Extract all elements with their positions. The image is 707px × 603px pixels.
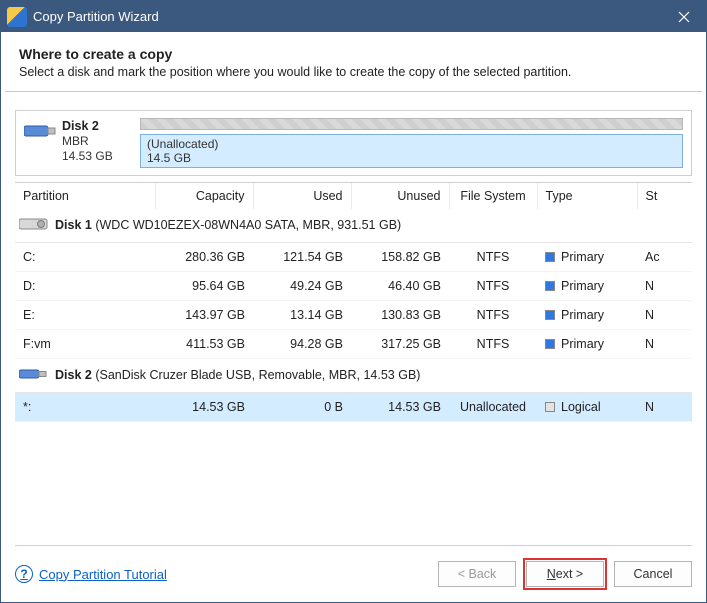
usb-disk-icon bbox=[24, 121, 56, 141]
help-icon: ? bbox=[15, 565, 33, 583]
cell-filesystem: NTFS bbox=[449, 243, 537, 272]
disk-group-desc: (WDC WD10EZEX-08WN4A0 SATA, MBR, 931.51 … bbox=[95, 218, 401, 232]
help-link-label: Copy Partition Tutorial bbox=[39, 567, 167, 582]
window-title: Copy Partition Wizard bbox=[33, 9, 662, 24]
close-icon bbox=[678, 11, 690, 23]
cell-status: N bbox=[637, 330, 692, 359]
titlebar: Copy Partition Wizard bbox=[1, 1, 706, 32]
target-disk-size: 14.53 GB bbox=[62, 149, 113, 164]
target-disk-scheme: MBR bbox=[62, 134, 113, 149]
cell-unused: 158.82 GB bbox=[351, 243, 449, 272]
partition-row[interactable]: D:95.64 GB49.24 GB46.40 GBNTFSPrimaryN bbox=[15, 272, 692, 301]
cell-capacity: 95.64 GB bbox=[155, 272, 253, 301]
cell-capacity: 143.97 GB bbox=[155, 301, 253, 330]
disk-group-row[interactable]: Disk 2 (SanDisk Cruzer Blade USB, Remova… bbox=[15, 359, 692, 393]
type-swatch-icon bbox=[545, 402, 555, 412]
page-title: Where to create a copy bbox=[19, 46, 688, 62]
type-swatch-icon bbox=[545, 252, 555, 262]
wizard-window: Copy Partition Wizard Where to create a … bbox=[0, 0, 707, 603]
type-swatch-icon bbox=[545, 281, 555, 291]
usb-disk-icon bbox=[19, 367, 49, 384]
cell-partition: E: bbox=[15, 301, 155, 330]
cell-filesystem: NTFS bbox=[449, 330, 537, 359]
cell-unused: 130.83 GB bbox=[351, 301, 449, 330]
cell-filesystem: Unallocated bbox=[449, 393, 537, 422]
segment-size: 14.5 GB bbox=[147, 151, 676, 165]
cell-used: 0 B bbox=[253, 393, 351, 422]
partition-row[interactable]: F:vm411.53 GB94.28 GB317.25 GBNTFSPrimar… bbox=[15, 330, 692, 359]
cell-used: 13.14 GB bbox=[253, 301, 351, 330]
cell-unused: 46.40 GB bbox=[351, 272, 449, 301]
hdd-icon bbox=[19, 217, 49, 234]
cell-partition: *: bbox=[15, 393, 155, 422]
cell-unused: 14.53 GB bbox=[351, 393, 449, 422]
cell-filesystem: NTFS bbox=[449, 272, 537, 301]
cell-capacity: 14.53 GB bbox=[155, 393, 253, 422]
back-button[interactable]: < Back bbox=[438, 561, 516, 587]
col-filesystem[interactable]: File System bbox=[449, 183, 537, 209]
cell-used: 94.28 GB bbox=[253, 330, 351, 359]
type-swatch-icon bbox=[545, 310, 555, 320]
wizard-header: Where to create a copy Select a disk and… bbox=[5, 32, 702, 92]
close-button[interactable] bbox=[662, 1, 706, 32]
cell-partition: C: bbox=[15, 243, 155, 272]
cell-status: N bbox=[637, 272, 692, 301]
cell-filesystem: NTFS bbox=[449, 301, 537, 330]
next-button[interactable]: Next > bbox=[526, 561, 604, 587]
cell-used: 121.54 GB bbox=[253, 243, 351, 272]
cell-capacity: 280.36 GB bbox=[155, 243, 253, 272]
wizard-footer: ? Copy Partition Tutorial < Back Next > … bbox=[1, 546, 706, 602]
partition-table-scroll[interactable]: Partition Capacity Used Unused File Syst… bbox=[15, 182, 692, 546]
cell-status: N bbox=[637, 301, 692, 330]
help-link[interactable]: ? Copy Partition Tutorial bbox=[15, 565, 167, 583]
cell-type: Primary bbox=[537, 330, 637, 359]
partition-row[interactable]: E:143.97 GB13.14 GB130.83 GBNTFSPrimaryN bbox=[15, 301, 692, 330]
disk-segment-selected[interactable]: (Unallocated) 14.5 GB bbox=[140, 134, 683, 168]
disk-layout-bar[interactable] bbox=[140, 118, 683, 130]
target-disk-summary: Disk 2 MBR 14.53 GB bbox=[16, 111, 134, 175]
segment-label: (Unallocated) bbox=[147, 137, 676, 151]
cell-type: Primary bbox=[537, 301, 637, 330]
main-area: Disk 2 MBR 14.53 GB (Unallocated) 14.5 G… bbox=[1, 92, 706, 546]
page-subtitle: Select a disk and mark the position wher… bbox=[19, 65, 688, 79]
app-icon bbox=[7, 7, 27, 27]
col-partition[interactable]: Partition bbox=[15, 183, 155, 209]
disk-group-row[interactable]: Disk 1 (WDC WD10EZEX-08WN4A0 SATA, MBR, … bbox=[15, 209, 692, 243]
cell-status: Ac bbox=[637, 243, 692, 272]
disk-group-name: Disk 2 bbox=[55, 368, 92, 382]
col-capacity[interactable]: Capacity bbox=[155, 183, 253, 209]
partition-row[interactable]: *:14.53 GB0 B14.53 GBUnallocatedLogicalN bbox=[15, 393, 692, 422]
disk-group-desc: (SanDisk Cruzer Blade USB, Removable, MB… bbox=[95, 368, 420, 382]
cell-capacity: 411.53 GB bbox=[155, 330, 253, 359]
cell-partition: F:vm bbox=[15, 330, 155, 359]
cell-status: N bbox=[637, 393, 692, 422]
disk-group-name: Disk 1 bbox=[55, 218, 92, 232]
table-header-row: Partition Capacity Used Unused File Syst… bbox=[15, 183, 692, 209]
col-type[interactable]: Type bbox=[537, 183, 637, 209]
cell-type: Logical bbox=[537, 393, 637, 422]
col-used[interactable]: Used bbox=[253, 183, 351, 209]
type-swatch-icon bbox=[545, 339, 555, 349]
col-unused[interactable]: Unused bbox=[351, 183, 449, 209]
target-disk-pane: Disk 2 MBR 14.53 GB (Unallocated) 14.5 G… bbox=[15, 110, 692, 176]
cell-unused: 317.25 GB bbox=[351, 330, 449, 359]
cell-partition: D: bbox=[15, 272, 155, 301]
cancel-button[interactable]: Cancel bbox=[614, 561, 692, 587]
col-status[interactable]: St bbox=[637, 183, 692, 209]
cell-type: Primary bbox=[537, 243, 637, 272]
target-disk-name: Disk 2 bbox=[62, 119, 113, 134]
partition-table: Partition Capacity Used Unused File Syst… bbox=[15, 183, 692, 460]
cell-type: Primary bbox=[537, 272, 637, 301]
partition-row[interactable]: C:280.36 GB121.54 GB158.82 GBNTFSPrimary… bbox=[15, 243, 692, 272]
cell-used: 49.24 GB bbox=[253, 272, 351, 301]
